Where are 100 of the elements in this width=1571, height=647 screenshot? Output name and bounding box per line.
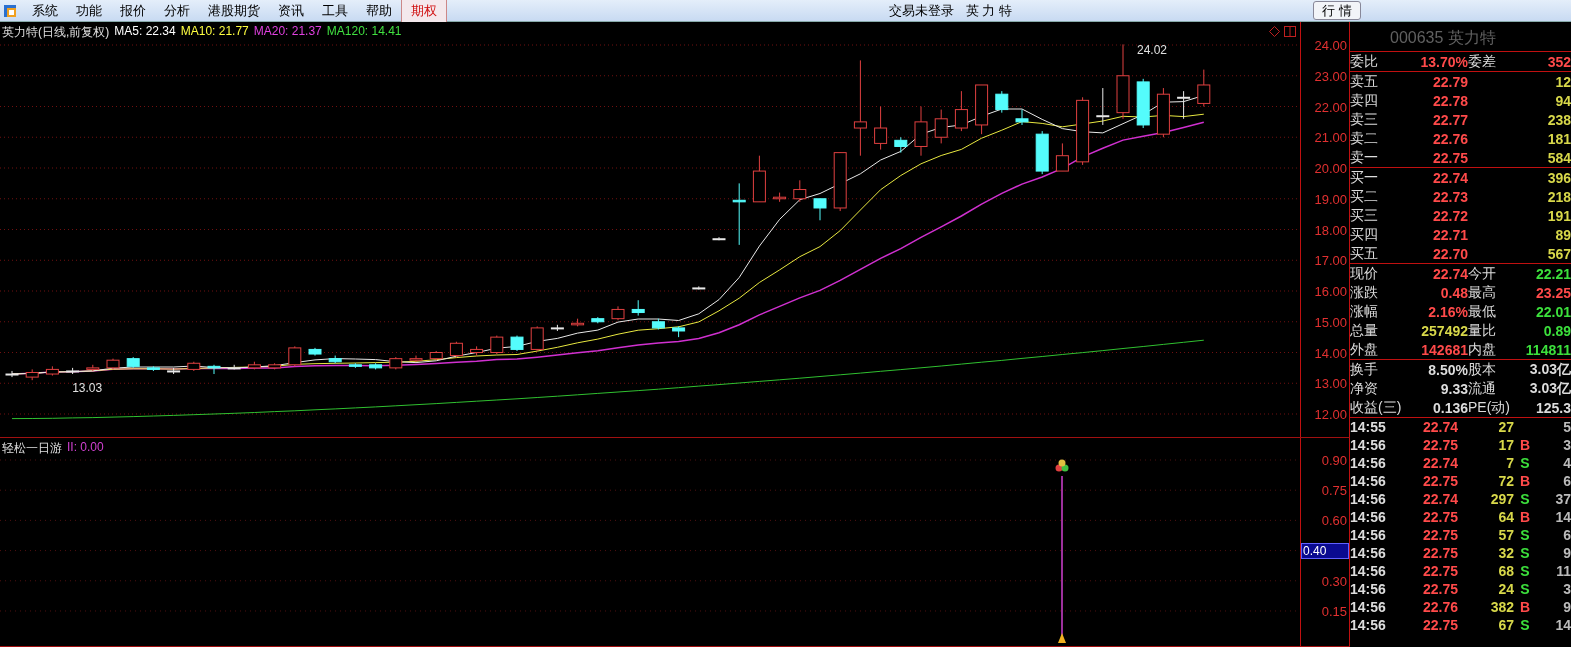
price-axis-label: 13.00 [1314,375,1347,391]
split-window-icon[interactable] [1284,26,1296,37]
quote-value: 352 [1546,53,1571,70]
trade-count: 6 [1562,527,1571,543]
trade-price: 22.75 [1421,563,1458,579]
trade-side: S [1519,563,1531,579]
trade-time: 14:55 [1350,419,1387,435]
trade-count: 14 [1554,617,1571,633]
menu-item[interactable]: 工具 [313,0,357,22]
trade-price: 22.74 [1421,419,1458,435]
trade-side: S [1519,617,1531,633]
trade-count: 9 [1562,545,1571,561]
trade-price: 22.75 [1421,437,1458,453]
quote-value: 22.72 [1431,207,1468,224]
trade-time: 14:56 [1350,581,1387,597]
quote-label: 买五 [1350,244,1379,263]
quote-label: 总量 [1350,321,1379,340]
trade-time: 14:56 [1350,617,1387,633]
low-price-label: 13.03 [72,381,103,396]
quote-tab-button[interactable]: 行 情 [1313,1,1361,20]
trade-time: 14:56 [1350,437,1387,453]
quote-value: 0.89 [1542,322,1571,339]
quote-value: 22.74 [1431,169,1468,186]
quote-value: 13.70% [1419,53,1468,70]
quote-label: 卖二 [1350,129,1379,148]
trade-count: 6 [1562,473,1571,489]
chart-title: 英力特(日线,前复权) [2,24,110,41]
current-value-label: 0.40 [1301,542,1349,559]
quote-label: 卖一 [1350,148,1379,167]
trade-side: B [1518,473,1532,489]
trade-time: 14:56 [1350,599,1387,615]
quote-value: 257492 [1420,322,1468,339]
indicator-axis-label: 0.15 [1321,603,1347,619]
trade-count: 4 [1562,455,1571,471]
menu-item[interactable]: 报价 [111,0,155,22]
trade-price: 22.75 [1421,509,1458,525]
quote-value: 22.77 [1431,111,1468,128]
trade-count: 3 [1562,437,1571,453]
price-axis-label: 22.00 [1314,99,1347,114]
trade-volume: 64 [1497,509,1514,525]
menu-item[interactable]: 港股期货 [199,0,269,22]
trade-count: 11 [1555,563,1571,579]
price-axis-label: 18.00 [1314,222,1347,237]
trade-price: 22.75 [1421,617,1458,633]
trade-price: 22.76 [1421,599,1458,615]
diamond-icon[interactable] [1269,26,1280,37]
trade-count: 3 [1562,581,1571,597]
quote-value: 22.75 [1431,149,1468,166]
quote-value: 9.33 [1439,380,1468,397]
menu-item[interactable]: 分析 [155,0,199,22]
quote-value: 22.71 [1431,226,1468,243]
quote-value: 584 [1546,149,1571,166]
trade-volume: 27 [1497,419,1514,435]
trade-time: 14:56 [1350,491,1387,507]
trade-side: B [1518,509,1532,525]
quote-value: 2.16% [1427,303,1468,320]
quote-value: 22.73 [1431,188,1468,205]
quote-label: 买二 [1350,187,1379,206]
stock-name: 英 力 特 [965,1,1012,20]
price-axis-label: 16.00 [1314,283,1347,299]
trade-side: S [1519,545,1531,561]
quote-label: 最高 [1468,283,1497,302]
login-status: 交易未登录 [888,1,954,20]
app-logo-icon [3,3,17,18]
menu-item[interactable]: 功能 [67,0,111,22]
moving-average-value: MA10: 21.77 [180,24,249,40]
trade-price: 22.75 [1421,473,1458,489]
quote-value: 218 [1546,188,1571,205]
trade-side: B [1518,437,1532,453]
indicator-axis-label: 0.30 [1321,573,1347,589]
trade-volume: 24 [1497,581,1514,597]
quote-value: 22.76 [1431,130,1468,147]
trade-time: 14:56 [1350,455,1387,471]
menu-item[interactable]: 系统 [23,0,67,22]
price-axis-label: 20.00 [1314,160,1347,176]
moving-average-value: MA120: 14.41 [326,24,402,40]
menu-item[interactable]: 帮助 [357,0,401,22]
indicator-name: 轻松一日游 [2,440,62,457]
indicator-axis-label: 0.60 [1321,512,1347,528]
quote-label: 今开 [1468,264,1497,283]
trade-time: 14:56 [1350,473,1387,489]
quote-label: 买四 [1350,225,1379,244]
trade-price: 22.75 [1421,545,1458,561]
trade-volume: 17 [1497,437,1514,453]
high-price-label: 24.02 [1137,43,1168,58]
price-axis-label: 23.00 [1314,68,1347,84]
trade-side: S [1519,581,1531,597]
price-axis-label: 17.00 [1314,252,1347,268]
trade-count: 37 [1554,491,1571,507]
quote-value: 0.136 [1431,399,1468,416]
menu-item[interactable]: 期权 [401,0,447,22]
quote-label: 换手 [1350,360,1379,379]
quote-value: 22.78 [1431,92,1468,109]
quote-value: 238 [1546,111,1571,128]
trade-volume: 57 [1497,527,1514,543]
quote-label: 收益(三) [1350,398,1403,417]
quote-value: 114811 [1524,341,1571,358]
quote-value: 22.01 [1534,303,1571,320]
trade-price: 22.75 [1421,527,1458,543]
menu-item[interactable]: 资讯 [269,0,313,22]
